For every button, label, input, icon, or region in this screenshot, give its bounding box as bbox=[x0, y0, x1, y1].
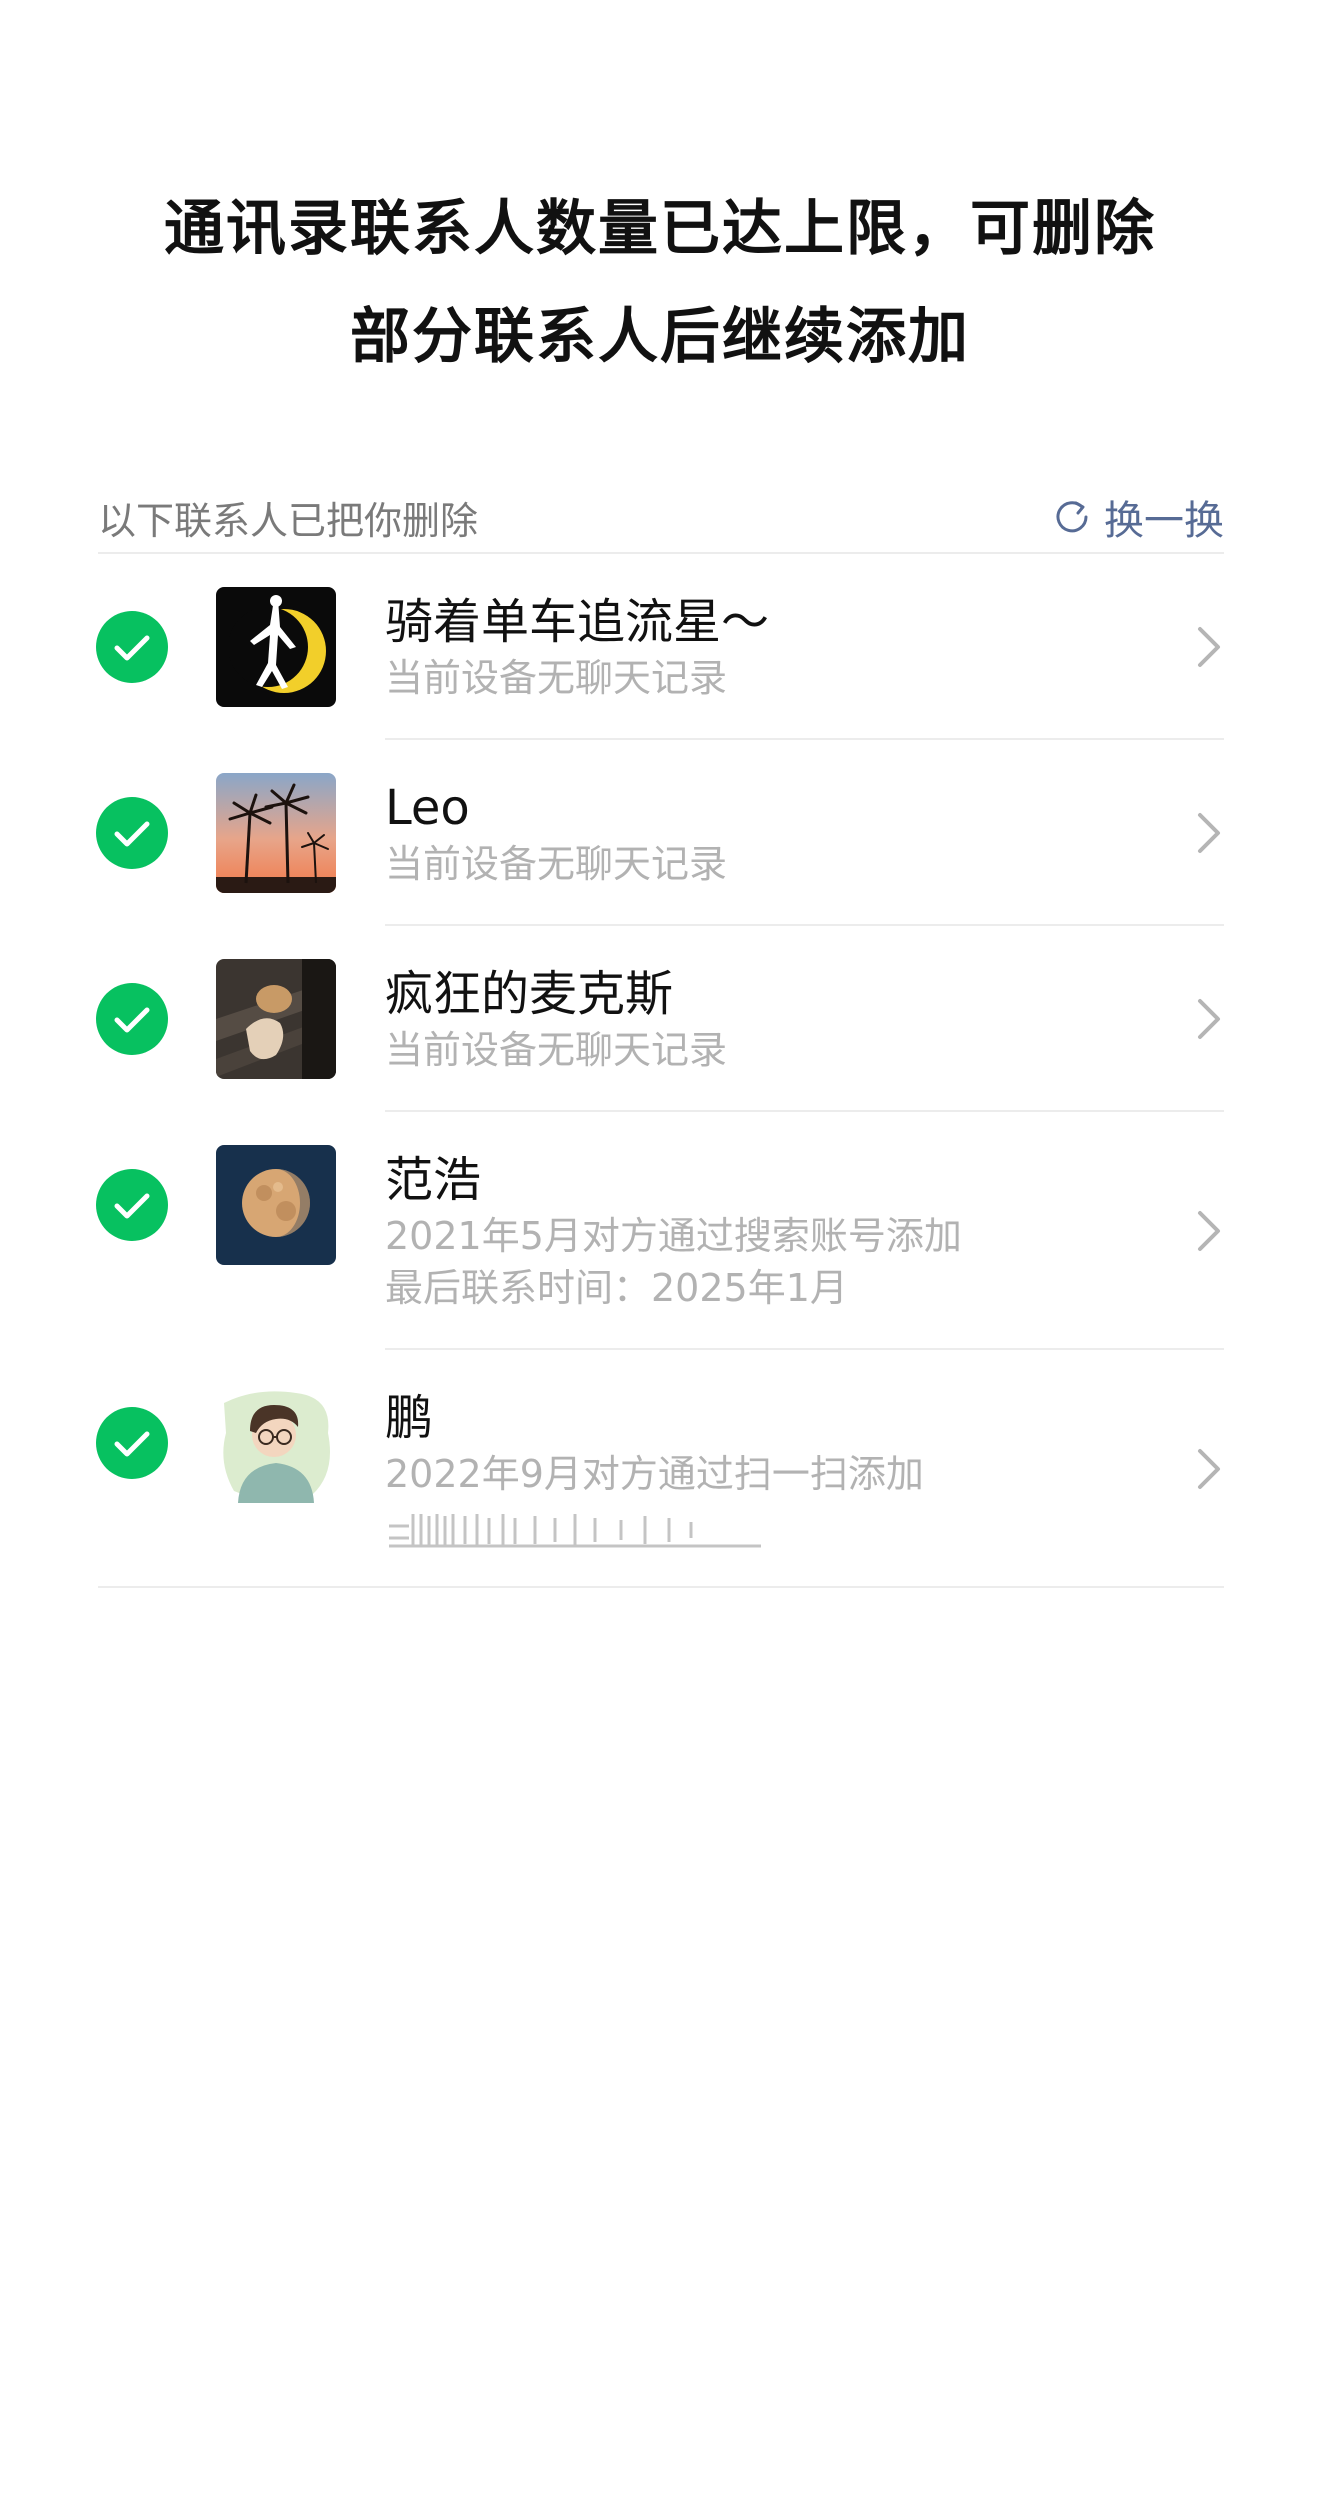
section-label: 以下联系人已把你删除 bbox=[98, 499, 479, 543]
avatar bbox=[216, 959, 336, 1079]
divider bbox=[98, 1586, 1224, 1588]
sailor-moon-avatar-icon bbox=[216, 587, 336, 707]
contact-name: 疯狂的麦克斯 bbox=[385, 966, 674, 1022]
checkbox-checked-icon[interactable] bbox=[96, 983, 168, 1055]
page-title-line-2: 部分联系人后继续添加 bbox=[350, 302, 970, 372]
cartoon-boy-avatar-icon bbox=[216, 1383, 336, 1503]
refresh-label: 换一换 bbox=[1104, 498, 1224, 544]
avatar bbox=[216, 1145, 336, 1265]
contact-info: 鹏 2022年9月对方通过扫一扫添加 bbox=[385, 1388, 924, 1550]
moon-avatar-icon bbox=[216, 1145, 336, 1265]
page-title: 通讯录联系人数量已达上限，可删除 部分联系人后继续添加 bbox=[0, 175, 1320, 391]
contact-row-3[interactable]: 疯狂的麦克斯 当前设备无聊天记录 bbox=[0, 926, 1320, 1112]
contact-status: 当前设备无聊天记录 bbox=[385, 1028, 728, 1072]
refresh-icon bbox=[1056, 501, 1088, 533]
contact-info: Leo 当前设备无聊天记录 bbox=[385, 778, 727, 890]
contact-added-info: 2021年5月对方通过搜索账号添加 bbox=[385, 1214, 962, 1258]
page-title-line-1: 通讯录联系人数量已达上限，可删除 bbox=[164, 194, 1156, 264]
contact-info: 范浩 2021年5月对方通过搜索账号添加 最后联系时间：2025年1月 bbox=[385, 1150, 962, 1314]
contact-added-info: 2022年9月对方通过扫一扫添加 bbox=[385, 1452, 924, 1496]
contact-name: 范浩 bbox=[385, 1152, 482, 1208]
contact-name: 鹏 bbox=[385, 1390, 434, 1446]
chevron-right-icon bbox=[1198, 1211, 1220, 1251]
deleted-contacts-header: 以下联系人已把你删除 换一换 bbox=[98, 480, 1224, 554]
contact-row-4[interactable]: 范浩 2021年5月对方通过搜索账号添加 最后联系时间：2025年1月 bbox=[0, 1112, 1320, 1350]
checkbox-checked-icon[interactable] bbox=[96, 1407, 168, 1479]
palm-trees-avatar-icon bbox=[216, 773, 336, 893]
contact-name: Leo bbox=[385, 780, 470, 836]
contact-row-5[interactable]: 鹏 2022年9月对方通过扫一扫添加 bbox=[0, 1350, 1320, 1588]
contact-name: 骑着单车追流星～ bbox=[385, 594, 770, 650]
chevron-right-icon bbox=[1198, 813, 1220, 853]
contact-row-1[interactable]: 骑着单车追流星～ 当前设备无聊天记录 bbox=[0, 554, 1320, 740]
checkbox-checked-icon[interactable] bbox=[96, 611, 168, 683]
contact-status: 当前设备无聊天记录 bbox=[385, 842, 728, 886]
chevron-right-icon bbox=[1198, 999, 1220, 1039]
avatar bbox=[216, 587, 336, 707]
checkbox-checked-icon[interactable] bbox=[96, 797, 168, 869]
contact-list: 骑着单车追流星～ 当前设备无聊天记录 Leo 当前设备无聊天记录 疯狂的麦克斯 … bbox=[0, 554, 1320, 1588]
chevron-right-icon bbox=[1198, 1449, 1220, 1489]
dark-photo-avatar-icon bbox=[216, 959, 336, 1079]
contact-status: 当前设备无聊天记录 bbox=[385, 656, 728, 700]
avatar bbox=[216, 773, 336, 893]
checkbox-checked-icon[interactable] bbox=[96, 1169, 168, 1241]
contact-row-2[interactable]: Leo 当前设备无聊天记录 bbox=[0, 740, 1320, 926]
contact-info: 疯狂的麦克斯 当前设备无聊天记录 bbox=[385, 964, 727, 1076]
contact-last-contact: 最后联系时间：2025年1月 bbox=[385, 1266, 848, 1310]
chevron-right-icon bbox=[1198, 627, 1220, 667]
avatar bbox=[216, 1383, 336, 1503]
refresh-button[interactable]: 换一换 bbox=[1052, 488, 1224, 546]
contact-info: 骑着单车追流星～ 当前设备无聊天记录 bbox=[385, 592, 769, 704]
redacted-text-icon bbox=[385, 1510, 765, 1548]
